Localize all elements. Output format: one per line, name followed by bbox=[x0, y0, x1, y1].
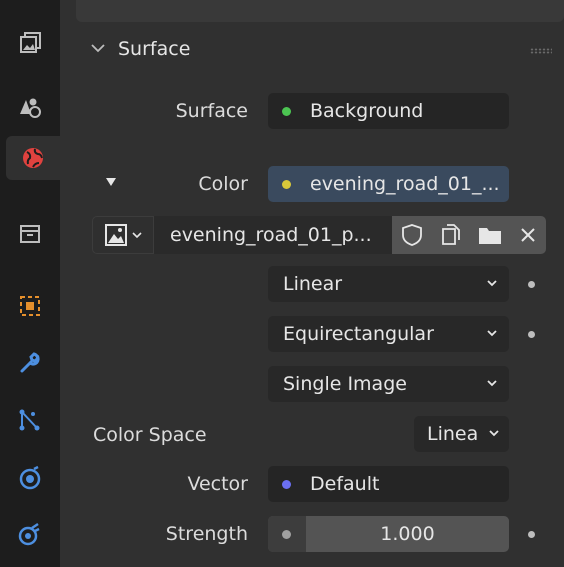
expand-triangle-icon[interactable] bbox=[104, 176, 118, 188]
float-socket-icon bbox=[282, 530, 291, 539]
render-layers-icon bbox=[20, 32, 41, 53]
constraints-icon bbox=[18, 522, 40, 546]
keyframe-dot-icon[interactable] bbox=[528, 531, 535, 538]
duplicate-icon bbox=[442, 224, 460, 245]
chevron-down-icon bbox=[131, 232, 142, 239]
chevron-down-icon bbox=[487, 280, 497, 287]
scene-tab[interactable] bbox=[6, 84, 54, 128]
projection-dropdown[interactable]: Equirectangular bbox=[268, 316, 509, 352]
duplicate-image-button[interactable] bbox=[432, 216, 470, 254]
color-space-value: Linea bbox=[427, 423, 479, 445]
interpolation-dropdown[interactable]: Linear bbox=[268, 266, 509, 302]
surface-socket-field[interactable]: Background bbox=[268, 93, 509, 129]
scene-icon bbox=[20, 98, 41, 118]
physics-icon bbox=[19, 465, 41, 490]
world-tab[interactable] bbox=[6, 136, 60, 180]
open-image-button[interactable] bbox=[470, 216, 510, 254]
surface-panel-header[interactable]: Surface bbox=[76, 26, 564, 76]
panel-title: Surface bbox=[118, 38, 191, 60]
vector-socket-field[interactable]: Default bbox=[268, 466, 509, 502]
drag-grip-icon[interactable] bbox=[530, 48, 552, 54]
surface-value: Background bbox=[310, 100, 424, 122]
image-datablock-row: evening_road_01_p... bbox=[92, 216, 546, 254]
strength-value: 1.000 bbox=[380, 523, 435, 545]
color-space-dropdown[interactable]: Linea bbox=[414, 416, 509, 452]
vector-label: Vector bbox=[187, 473, 248, 495]
folder-icon bbox=[479, 228, 501, 244]
unlink-image-button[interactable] bbox=[510, 216, 546, 254]
fake-user-button[interactable] bbox=[392, 216, 432, 254]
source-value: Single Image bbox=[283, 373, 407, 395]
image-name: evening_road_01_p... bbox=[170, 224, 372, 246]
projection-value: Equirectangular bbox=[283, 323, 434, 345]
vector-socket-icon bbox=[282, 480, 291, 489]
collection-tab[interactable] bbox=[6, 212, 54, 256]
modifier-tab[interactable] bbox=[6, 340, 54, 384]
view-layer-tab[interactable] bbox=[6, 22, 54, 66]
color-socket-field[interactable]: evening_road_01_... bbox=[268, 166, 509, 202]
shader-socket-icon bbox=[282, 107, 291, 116]
chevron-down-icon bbox=[487, 380, 497, 387]
interpolation-value: Linear bbox=[283, 273, 343, 295]
chevron-down-icon bbox=[489, 430, 499, 437]
close-icon bbox=[521, 228, 535, 242]
image-source-dropdown[interactable]: Single Image bbox=[268, 366, 509, 402]
world-icon bbox=[23, 148, 43, 168]
keyframe-dot-icon[interactable] bbox=[528, 281, 535, 288]
object-tab[interactable] bbox=[6, 284, 54, 328]
image-icon bbox=[104, 224, 127, 246]
color-label: Color bbox=[198, 173, 248, 195]
color-space-label: Color Space bbox=[93, 424, 207, 446]
color-socket-icon bbox=[282, 180, 291, 189]
physics-tab[interactable] bbox=[6, 456, 54, 500]
vector-value: Default bbox=[310, 473, 380, 495]
image-browse-button[interactable] bbox=[92, 216, 154, 254]
shield-icon bbox=[402, 224, 422, 246]
object-icon bbox=[20, 296, 40, 316]
color-value: evening_road_01_... bbox=[310, 173, 500, 195]
particles-icon bbox=[19, 409, 40, 431]
chevron-down-icon bbox=[91, 44, 105, 53]
constraints-tab[interactable] bbox=[6, 512, 54, 556]
collection-icon bbox=[20, 225, 40, 243]
strength-slider[interactable]: 1.000 bbox=[268, 516, 509, 552]
properties-tab-bar bbox=[0, 0, 60, 567]
previous-panel-edge bbox=[76, 0, 564, 22]
surface-label: Surface bbox=[175, 100, 248, 122]
strength-label: Strength bbox=[165, 523, 248, 545]
modifier-icon bbox=[20, 352, 40, 373]
keyframe-dot-icon[interactable] bbox=[528, 331, 535, 338]
chevron-down-icon bbox=[487, 330, 497, 337]
strength-socket-area bbox=[268, 516, 306, 552]
particles-tab[interactable] bbox=[6, 398, 54, 442]
